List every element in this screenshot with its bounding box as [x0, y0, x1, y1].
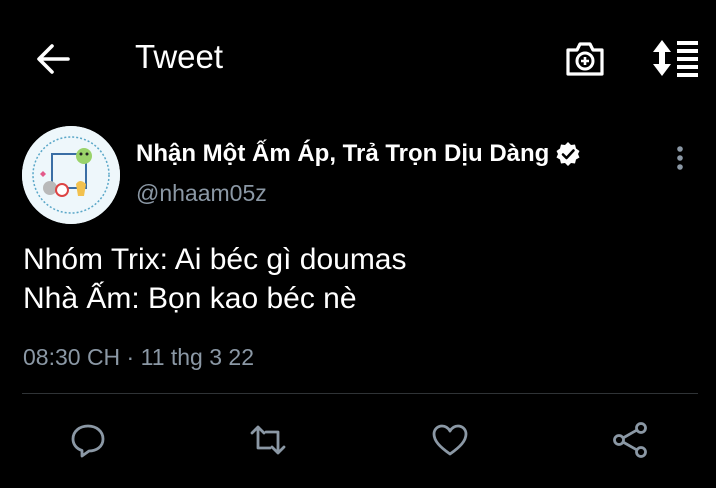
- tweet-timestamp: 08:30 CH · 11 thg 3 22: [23, 344, 254, 370]
- camera-plus-icon: [566, 42, 604, 76]
- camera-button[interactable]: [564, 38, 606, 78]
- sort-button[interactable]: [650, 38, 700, 78]
- author-name-row: Nhận Một Ấm Áp, Trả Trọn Dịu Dàng: [136, 138, 581, 170]
- divider: [22, 393, 698, 394]
- author-handle[interactable]: @nhaam05z: [136, 180, 267, 207]
- reply-button[interactable]: [66, 418, 110, 462]
- avatar-image: [22, 126, 120, 224]
- heart-icon: [432, 424, 468, 456]
- retweet-icon: [250, 425, 286, 455]
- arrow-left-icon: [37, 44, 70, 74]
- author-avatar[interactable]: [22, 126, 120, 224]
- like-button[interactable]: [428, 418, 472, 462]
- top-app-bar: Tweet: [0, 0, 716, 118]
- reply-bubble-icon: [71, 424, 105, 458]
- back-button[interactable]: [34, 40, 72, 78]
- share-icon: [613, 422, 647, 458]
- tweet-text-line: Nhà Ấm: Bọn kao béc nè: [23, 282, 357, 315]
- author-display-name[interactable]: Nhận Một Ấm Áp, Trả Trọn Dịu Dàng: [136, 140, 549, 168]
- share-button[interactable]: [608, 418, 652, 462]
- more-options-button[interactable]: [668, 140, 692, 176]
- tweet-text: Nhóm Trix: Ai béc gì doumas Nhà Ấm: Bọn …: [23, 240, 407, 318]
- more-vertical-icon: [677, 146, 683, 170]
- verified-badge-icon: [556, 142, 580, 166]
- sort-list-icon: [653, 40, 698, 77]
- retweet-button[interactable]: [246, 418, 290, 462]
- tweet-text-line: Nhóm Trix: Ai béc gì doumas: [23, 243, 407, 276]
- page-title: Tweet: [135, 38, 224, 75]
